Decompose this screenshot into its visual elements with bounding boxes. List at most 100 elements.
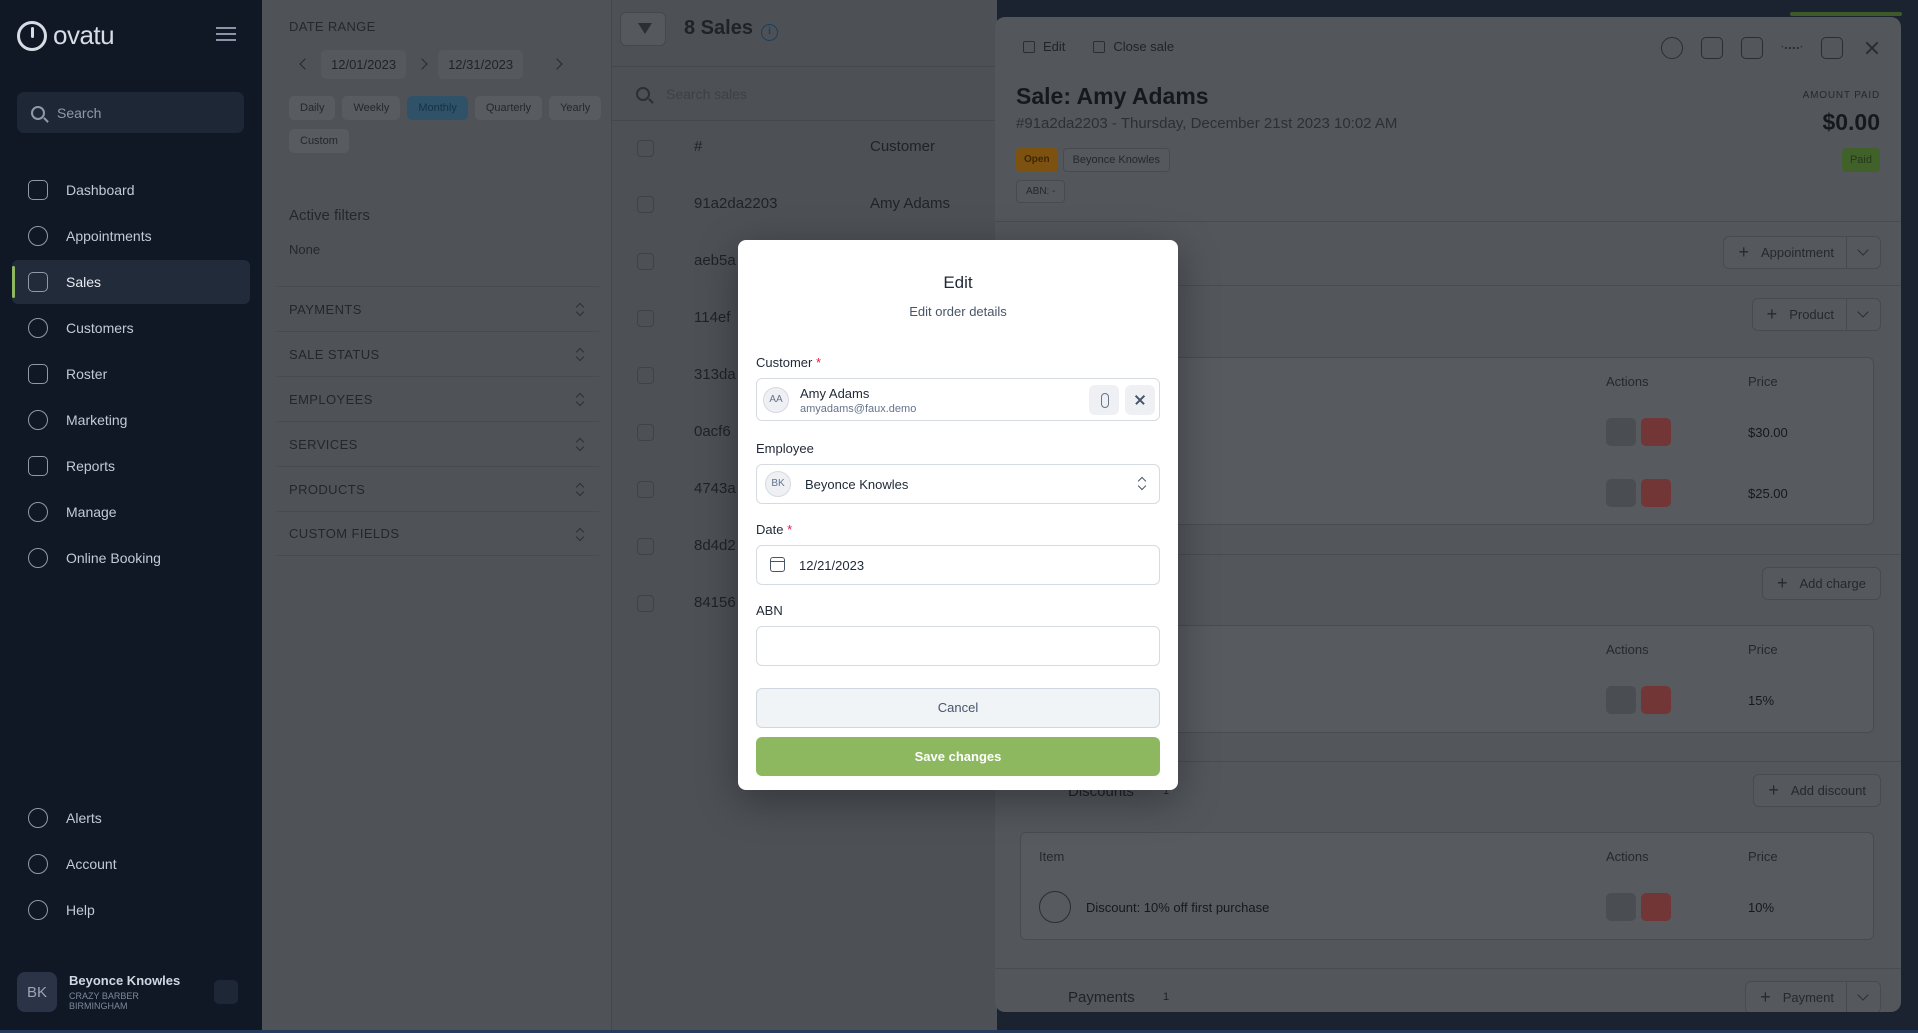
sale-id: 4743a [694, 480, 736, 497]
save-changes-button[interactable]: Save changes [756, 737, 1160, 776]
pencil-icon[interactable] [1606, 893, 1636, 921]
row-checkbox[interactable] [637, 424, 654, 441]
close-sale-button[interactable]: Close sale [1093, 39, 1174, 54]
sidebar-item-dashboard[interactable]: Dashboard [12, 168, 250, 212]
filter-section-custom-fields[interactable]: CUSTOM FIELDS [277, 511, 599, 556]
customer-email: amyadams@faux.demo [800, 403, 917, 415]
period-quarterly[interactable]: Quarterly [474, 96, 543, 120]
row-checkbox[interactable] [637, 310, 654, 327]
payments-count: 1 [1163, 991, 1170, 1003]
chevron-down-icon[interactable] [1846, 981, 1880, 1012]
calendar-icon [28, 364, 48, 384]
trash-icon[interactable] [1641, 893, 1671, 921]
clear-customer-icon[interactable] [1125, 385, 1155, 415]
date-field[interactable]: 12/21/2023 [756, 545, 1160, 585]
filter-section-label: CUSTOM FIELDS [289, 526, 400, 541]
add-payment-button[interactable]: + Payment [1745, 981, 1881, 1012]
sales-search-input[interactable]: Search sales [612, 66, 997, 121]
filter-toggle-button[interactable] [620, 12, 666, 46]
trash-icon[interactable] [1641, 479, 1671, 507]
user-name: Beyonce Knowles [69, 973, 181, 988]
sale-id: 114ef [694, 309, 731, 326]
abn-input[interactable] [756, 626, 1160, 666]
info-icon[interactable]: i [760, 24, 778, 41]
customer-field[interactable]: AA Amy Adams amyadams@faux.demo [756, 378, 1160, 421]
refresh-icon[interactable] [1661, 37, 1683, 59]
sidebar-item-appointments[interactable]: Appointments [12, 214, 250, 258]
filter-section-sale-status[interactable]: SALE STATUS [277, 331, 599, 376]
cancel-button[interactable]: Cancel [756, 688, 1160, 728]
chevron-down-icon[interactable] [1846, 298, 1880, 331]
chevron-right-icon[interactable] [551, 58, 563, 70]
filter-section-services[interactable]: SERVICES [277, 421, 599, 466]
collapse-panel-icon[interactable] [1821, 37, 1843, 59]
customer-swap-icon[interactable] [1089, 385, 1119, 415]
email-icon[interactable] [1741, 37, 1763, 59]
close-sale-label: Close sale [1113, 39, 1175, 54]
print-icon[interactable] [1701, 37, 1723, 59]
pencil-icon[interactable] [1606, 479, 1636, 507]
add-discount-button[interactable]: + Add discount [1753, 774, 1881, 807]
add-product-button[interactable]: + Product [1751, 298, 1881, 331]
user-switcher[interactable]: BK Beyonce Knowles CRAZY BARBER BIRMINGH… [17, 968, 244, 1016]
clock-icon [28, 226, 48, 246]
menu-icon[interactable] [216, 27, 236, 41]
table-row[interactable]: 91a2da2203 Amy Adams [612, 176, 997, 233]
sidebar-item-roster[interactable]: Roster [12, 352, 250, 396]
sidebar-item-manage[interactable]: Manage [12, 490, 250, 534]
chevron-down-icon[interactable] [1846, 236, 1880, 269]
date-to[interactable]: 12/31/2023 [438, 49, 524, 79]
users-icon [28, 318, 48, 338]
row-checkbox[interactable] [637, 595, 654, 612]
logo-icon [17, 20, 47, 51]
sidebar-item-account[interactable]: Account [12, 842, 250, 886]
sale-id: 84156 [694, 594, 736, 611]
sidebar-item-label: Reports [66, 458, 116, 474]
sidebar-search[interactable]: Search [17, 92, 244, 133]
sidebar-item-marketing[interactable]: Marketing [12, 398, 250, 442]
period-monthly[interactable]: Monthly [407, 96, 468, 120]
row-checkbox[interactable] [637, 253, 654, 270]
chevron-right-icon [416, 58, 428, 70]
sidebar-item-sales[interactable]: Sales [12, 260, 250, 304]
sidebar-item-reports[interactable]: Reports [12, 444, 250, 488]
close-icon[interactable] [1861, 37, 1883, 59]
sidebar-item-help[interactable]: Help [12, 888, 250, 932]
trash-icon[interactable] [1641, 686, 1671, 714]
edit-label: Edit [1043, 39, 1066, 54]
date-from[interactable]: 12/01/2023 [321, 49, 407, 79]
filters-panel: DATE RANGE 12/01/2023 12/31/2023 Daily W… [262, 0, 612, 1033]
row-checkbox[interactable] [637, 367, 654, 384]
column-header-customer[interactable]: Customer [870, 138, 935, 155]
sidebar-item-online-booking[interactable]: Online Booking [12, 536, 250, 580]
chevron-left-icon[interactable] [299, 58, 311, 70]
row-checkbox[interactable] [637, 538, 654, 555]
employee-select[interactable]: BK Beyonce Knowles [756, 464, 1160, 504]
sidebar-item-alerts[interactable]: Alerts [12, 796, 250, 840]
edit-button[interactable]: Edit [1023, 39, 1065, 54]
period-yearly[interactable]: Yearly [549, 96, 602, 120]
pencil-icon[interactable] [1606, 418, 1636, 446]
add-charge-button[interactable]: + Add charge [1761, 567, 1881, 600]
period-custom[interactable]: Custom [289, 129, 349, 153]
discount-item-name: Discount: 10% off first purchase [1086, 900, 1270, 915]
more-icon[interactable] [1781, 37, 1803, 49]
logo[interactable]: ovatu [17, 20, 115, 51]
filter-section-products[interactable]: PRODUCTS [277, 466, 599, 511]
select-all-checkbox[interactable] [637, 140, 654, 157]
period-weekly[interactable]: Weekly [342, 96, 401, 120]
sidebar-item-customers[interactable]: Customers [12, 306, 250, 350]
pencil-icon[interactable] [1606, 686, 1636, 714]
row-checkbox[interactable] [637, 481, 654, 498]
row-checkbox[interactable] [637, 196, 654, 213]
period-daily[interactable]: Daily [289, 96, 336, 120]
megaphone-icon [28, 410, 48, 430]
column-header-number: # [694, 138, 703, 155]
chevron-updown-icon [575, 392, 585, 406]
chevron-updown-icon[interactable] [214, 980, 238, 1004]
trash-icon[interactable] [1641, 418, 1671, 446]
add-appointment-button[interactable]: + Appointment [1723, 236, 1881, 269]
filter-section-payments[interactable]: PAYMENTS [277, 286, 599, 331]
filter-section-employees[interactable]: EMPLOYEES [277, 376, 599, 421]
sale-id: 91a2da2203 [694, 195, 778, 212]
